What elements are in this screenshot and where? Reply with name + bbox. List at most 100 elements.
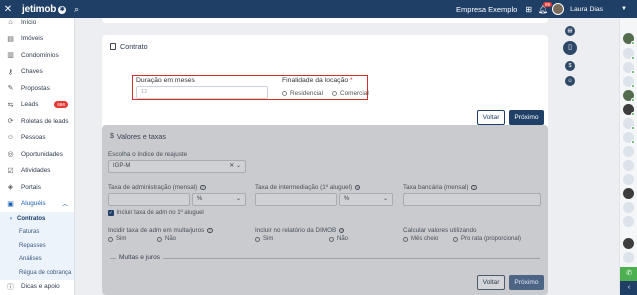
- duracao-input[interactable]: 12: [136, 86, 268, 99]
- document-step-icon[interactable]: ▯: [563, 41, 577, 55]
- sidebar-item-label: Pessoas: [21, 134, 46, 142]
- building-step-icon[interactable]: ▤: [565, 26, 575, 36]
- taxa-adm-unit-select[interactable]: % ⌄: [192, 193, 246, 206]
- sidebar-item-label: Imóveis: [21, 35, 44, 43]
- sidebar-item-inicio[interactable]: ⌂ Início: [0, 14, 74, 31]
- apps-grid-icon[interactable]: ⊞: [525, 5, 532, 14]
- taxa-banc-input[interactable]: [403, 193, 541, 206]
- dollar-step-icon[interactable]: $: [565, 61, 575, 71]
- sidebar-item-imoveis[interactable]: ▤ Imóveis: [0, 31, 74, 48]
- whatsapp-icon[interactable]: ✆: [620, 267, 637, 281]
- radio-circle: [332, 91, 337, 96]
- user-name[interactable]: Laura Dias: [570, 6, 603, 13]
- sidebar-item-label: Dicas e apoio: [21, 283, 60, 291]
- contact-avatar[interactable]: [623, 146, 634, 157]
- contact-avatar[interactable]: [623, 76, 635, 88]
- help-icon: ⓘ: [7, 283, 14, 291]
- sidebar-item-roletas[interactable]: ⟳ Roletas de leads: [0, 113, 74, 130]
- voltar-button-disabled[interactable]: Voltar: [477, 275, 505, 290]
- contact-avatar[interactable]: [623, 188, 634, 199]
- roulette-icon: ⟳: [7, 118, 14, 126]
- sidebar-item-atividades[interactable]: ☑ Atividades: [0, 163, 74, 180]
- contact-avatar[interactable]: [623, 33, 635, 45]
- incidir-nao-radio[interactable]: Não: [157, 236, 176, 242]
- sidebar-item-label: Leads: [21, 101, 39, 109]
- contact-avatar[interactable]: [623, 160, 634, 171]
- sidebar-subitem-faturas[interactable]: Faturas: [0, 225, 74, 239]
- dimob-sim-radio[interactable]: Sim: [255, 236, 273, 242]
- radio-comercial[interactable]: Comercial: [332, 90, 369, 97]
- sidebar-item-pessoas[interactable]: ☺ Pessoas: [0, 130, 74, 147]
- contact-avatar[interactable]: [623, 104, 635, 116]
- taxa-adm-input[interactable]: [108, 193, 190, 206]
- contact-avatar[interactable]: [623, 174, 634, 185]
- search-icon[interactable]: ⌕: [74, 4, 79, 15]
- sidebar: ⌂ Início ▤ Imóveis ▥ Condomínios ⚷ Chaves ✎ P…: [0, 18, 75, 295]
- radio-circle: [108, 236, 113, 242]
- previous-card-bottom: [102, 18, 548, 23]
- taxa-inter-input[interactable]: [255, 193, 337, 206]
- dimob-nao-radio[interactable]: Não: [329, 236, 348, 242]
- people-icon: ☺: [6, 134, 15, 142]
- bell-icon[interactable]: 🔔︎ 99: [538, 1, 553, 14]
- contact-avatar[interactable]: [623, 62, 635, 74]
- activity-icon: ☑: [7, 167, 14, 175]
- reajuste-select[interactable]: IGP-M ✕ ⌄: [108, 160, 246, 173]
- contrato-title: Contrato: [110, 42, 148, 51]
- document-icon: [110, 43, 116, 50]
- help-icon: ?: [338, 227, 345, 233]
- finalidade-label: Finalidade da locação *: [282, 77, 353, 84]
- dimob-label: Incluir no relatório da DIMOB ?: [255, 227, 345, 234]
- rental-icon: ▣: [7, 200, 14, 208]
- contact-avatar[interactable]: [623, 48, 635, 60]
- radio-residencial[interactable]: Residencial: [282, 90, 323, 97]
- sidebar-item-dicas[interactable]: ⓘ Dicas e apoio: [0, 279, 74, 295]
- close-icon[interactable]: ✕: [0, 4, 16, 15]
- radio-circle: [329, 236, 334, 242]
- sidebar-item-propostas[interactable]: ✎ Propostas: [0, 80, 74, 97]
- radio-circle: [157, 236, 162, 242]
- duracao-label: Duração em meses: [136, 77, 195, 84]
- sidebar-item-chaves[interactable]: ⚷ Chaves: [0, 64, 74, 81]
- chevron-right-icon: ›: [10, 215, 12, 222]
- contact-avatar[interactable]: [623, 252, 634, 263]
- proximo-button[interactable]: Próximo: [509, 110, 544, 125]
- leads-badge: 696: [54, 101, 68, 109]
- contact-avatar[interactable]: [623, 118, 635, 130]
- chevron-down-icon: ⌄: [382, 196, 388, 202]
- collapse-icon[interactable]: ‹: [620, 281, 637, 295]
- contact-avatar[interactable]: [623, 90, 635, 102]
- sidebar-item-leads[interactable]: ⇆ Leads 696: [0, 97, 74, 114]
- sidebar-subitem-regua[interactable]: Régua de cobrança: [0, 266, 74, 280]
- avatar[interactable]: [552, 3, 565, 15]
- sidebar-item-label: Início: [21, 18, 37, 26]
- proximo-button-disabled[interactable]: Próximo: [509, 275, 544, 290]
- sidebar-item-oportunidades[interactable]: ◎ Oportunidades: [0, 146, 74, 163]
- incluir-taxa-checkbox[interactable]: ✓ Incluir taxa de adm no 1º aluguel: [108, 210, 204, 216]
- contact-avatar[interactable]: [623, 216, 634, 227]
- sidebar-item-condominios[interactable]: ▥ Condomínios: [0, 47, 74, 64]
- chevron-up-icon: ︿: [61, 202, 68, 209]
- incidir-sim-radio[interactable]: Sim: [108, 236, 126, 242]
- pro-rata-radio[interactable]: Pro rata (proporcional): [453, 236, 521, 242]
- sidebar-subitem-repasses[interactable]: Repasses: [0, 239, 74, 253]
- contact-avatar[interactable]: [623, 202, 634, 213]
- contact-avatar[interactable]: [623, 238, 634, 249]
- sidebar-subitem-analises[interactable]: Análises: [0, 252, 74, 266]
- multas-section: Multas e juros: [110, 254, 540, 261]
- taxa-inter-unit-select[interactable]: % ⌄: [339, 193, 393, 206]
- radio-circle: [255, 236, 260, 242]
- app-logo[interactable]: jetimob ✱: [22, 4, 67, 15]
- sidebar-item-alugueis[interactable]: ▣ Aluguéis ︿: [0, 196, 74, 213]
- sidebar-subitem-contratos[interactable]: › Contratos: [0, 212, 74, 226]
- contact-avatar[interactable]: [623, 132, 635, 144]
- sidebar-item-label: Aluguéis: [21, 200, 46, 208]
- company-name[interactable]: Empresa Exemplo: [456, 5, 517, 14]
- help-icon: ?: [200, 184, 206, 190]
- mes-cheio-radio[interactable]: Mês cheio: [403, 236, 438, 242]
- people-step-icon[interactable]: ☺: [565, 76, 575, 86]
- portal-icon: ◈: [7, 184, 14, 192]
- chevron-down-icon[interactable]: ▼: [621, 6, 627, 12]
- voltar-button[interactable]: Voltar: [477, 110, 505, 125]
- sidebar-item-portais[interactable]: ◈ Portais: [0, 179, 74, 196]
